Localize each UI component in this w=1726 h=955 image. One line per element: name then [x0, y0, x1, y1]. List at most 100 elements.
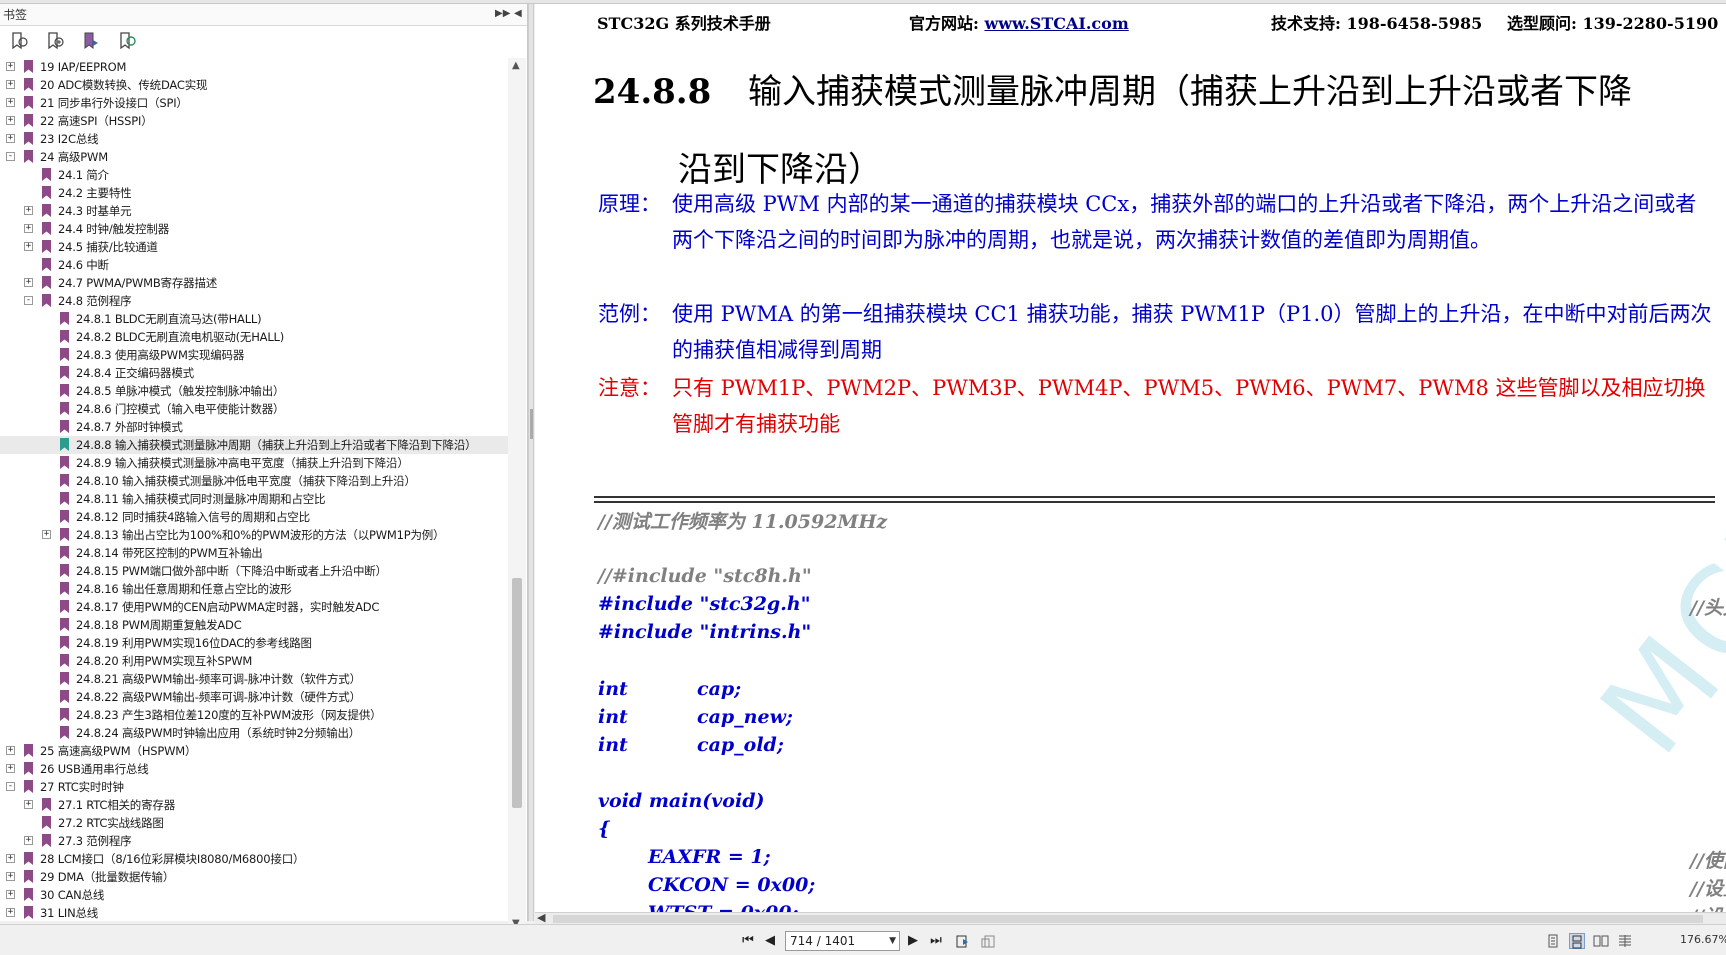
bookmark-item[interactable]: +22 高速SPI（HSSPI） — [0, 112, 508, 130]
collapse-icon[interactable]: - — [6, 782, 15, 791]
bookmark-item[interactable]: 24.8.5 单脉冲模式（触发控制脉冲输出） — [0, 382, 508, 400]
goto-bookmark-icon[interactable] — [80, 30, 102, 52]
first-page-icon[interactable]: ⏮ — [740, 933, 756, 949]
bookmark-icon — [23, 59, 34, 74]
zoom-level[interactable]: 176.67% — [1680, 933, 1726, 946]
bookmarks-scrollbar[interactable]: ▲ ▼ — [508, 58, 526, 934]
document-horizontal-scrollbar[interactable]: ◀ — [535, 911, 1726, 924]
add-bookmark-icon[interactable] — [44, 30, 66, 52]
bookmark-item[interactable]: 24.8.16 输出任意周期和任意占空比的波形 — [0, 580, 508, 598]
bookmark-item[interactable]: 24.8.3 使用高级PWM实现编码器 — [0, 346, 508, 364]
collapse-icon[interactable]: - — [24, 296, 33, 305]
bookmark-item[interactable]: 24.8.6 门控模式（输入电平使能计数器） — [0, 400, 508, 418]
bookmark-item[interactable]: +27.3 范例程序 — [0, 832, 508, 850]
bookmark-item[interactable]: 24.8.7 外部时钟模式 — [0, 418, 508, 436]
bookmark-item[interactable]: - 24 高级PWM — [0, 148, 508, 166]
scroll-up-icon[interactable]: ▲ — [512, 60, 520, 71]
expand-icon[interactable]: + — [6, 80, 15, 89]
expand-icon[interactable]: + — [6, 890, 15, 899]
bookmark-label: 24.8.17 使用PWM的CEN启动PWMA定时器，实时触发ADC — [76, 600, 380, 614]
code-divider-bottom — [594, 501, 1715, 503]
bookmark-item[interactable]: 24.8.17 使用PWM的CEN启动PWMA定时器，实时触发ADC — [0, 598, 508, 616]
bookmark-item[interactable]: +24.3 时基单元 — [0, 202, 508, 220]
next-page-icon[interactable]: ▶ — [905, 933, 921, 949]
expand-icon[interactable]: + — [24, 224, 33, 233]
expand-icon[interactable]: + — [24, 800, 33, 809]
collapse-icon[interactable]: - — [6, 152, 15, 161]
bookmark-item[interactable]: +19 IAP/EEPROM — [0, 58, 508, 76]
expand-icon[interactable]: + — [6, 872, 15, 881]
bookmark-item[interactable]: - 24.8 范例程序 — [0, 292, 508, 310]
site-link[interactable]: www.STCAI.com — [984, 14, 1128, 33]
bookmark-item[interactable]: +25 高速高级PWM（HSPWM） — [0, 742, 508, 760]
bookmark-item[interactable]: +24.8.13 输出占空比为100%和0%的PWM波形的方法（以PWM1P为例… — [0, 526, 508, 544]
bookmark-item[interactable]: +24.7 PWMA/PWMB寄存器描述 — [0, 274, 508, 292]
bookmark-item[interactable]: +24.5 捕获/比较通道 — [0, 238, 508, 256]
facing-continuous-view-icon[interactable] — [1617, 933, 1633, 949]
expand-icon[interactable]: + — [6, 98, 15, 107]
expand-icon[interactable]: + — [6, 116, 15, 125]
bookmark-item[interactable]: 24.8.22 高级PWM输出-频率可调-脉冲计数（硬件方式） — [0, 688, 508, 706]
expand-icon[interactable]: + — [6, 62, 15, 71]
expand-icon[interactable]: + — [6, 854, 15, 863]
bookmark-item[interactable]: 24.8.8 输入捕获模式测量脉冲周期（捕获上升沿到上升沿或者下降沿到下降沿） — [0, 436, 508, 454]
bookmark-item[interactable]: 24.8.15 PWM端口做外部中断（下降沿中断或者上升沿中断） — [0, 562, 508, 580]
bookmark-item[interactable]: 24.2 主要特性 — [0, 184, 508, 202]
expand-icon[interactable]: + — [6, 746, 15, 755]
last-page-icon[interactable]: ⏭ — [928, 933, 944, 949]
bookmark-item[interactable]: 24.8.1 BLDC无刷直流马达(带HALL) — [0, 310, 508, 328]
expand-icon[interactable]: + — [24, 206, 33, 215]
previous-view-icon[interactable] — [955, 933, 971, 949]
expand-icon[interactable]: + — [6, 908, 15, 917]
bookmark-item[interactable]: - 27 RTC实时时钟 — [0, 778, 508, 796]
bookmark-item[interactable]: +24.4 时钟/触发控制器 — [0, 220, 508, 238]
bookmark-item[interactable]: 24.6 中断 — [0, 256, 508, 274]
close-panel-icon[interactable]: ◀ — [514, 8, 522, 19]
expand-icon[interactable]: + — [42, 530, 51, 539]
bookmark-item[interactable]: 24.8.12 同时捕获4路输入信号的周期和占空比 — [0, 508, 508, 526]
bookmark-item[interactable]: 24.1 简介 — [0, 166, 508, 184]
expand-icon[interactable]: + — [24, 836, 33, 845]
chevron-down-icon[interactable]: ▼ — [889, 932, 896, 950]
bookmark-item[interactable]: +21 同步串行外设接口（SPI） — [0, 94, 508, 112]
bookmark-item[interactable]: 24.8.14 带死区控制的PWM互补输出 — [0, 544, 508, 562]
expand-icon[interactable]: + — [24, 278, 33, 287]
single-page-view-icon[interactable] — [1545, 933, 1561, 949]
bookmark-item[interactable]: 24.8.20 利用PWM实现互补SPWM — [0, 652, 508, 670]
scroll-left-icon[interactable]: ◀ — [537, 911, 545, 924]
expand-icon[interactable]: + — [6, 134, 15, 143]
bookmark-item[interactable]: +27.1 RTC相关的寄存器 — [0, 796, 508, 814]
bookmark-item[interactable]: +28 LCM接口（8/16位彩屏模块I8080/M6800接口） — [0, 850, 508, 868]
bookmark-item[interactable]: +26 USB通用串行总线 — [0, 760, 508, 778]
bookmark-item[interactable]: +31 LIN总线 — [0, 904, 508, 922]
bookmark-item[interactable]: +29 DMA（批量数据传输） — [0, 868, 508, 886]
splitter-grip[interactable] — [530, 409, 533, 439]
bookmark-item[interactable]: 24.8.2 BLDC无刷直流电机驱动(无HALL) — [0, 328, 508, 346]
horizontal-scroll-thumb[interactable] — [553, 915, 1703, 923]
bookmark-item[interactable]: 24.8.4 正交编码器模式 — [0, 364, 508, 382]
expand-icon[interactable]: + — [24, 242, 33, 251]
bookmark-item[interactable]: +23 I2C总线 — [0, 130, 508, 148]
bookmark-item[interactable]: +30 CAN总线 — [0, 886, 508, 904]
bookmark-item[interactable]: 24.8.10 输入捕获模式测量脉冲低电平宽度（捕获下降沿到上升沿） — [0, 472, 508, 490]
bookmark-item[interactable]: 24.8.9 输入捕获模式测量脉冲高电平宽度（捕获上升沿到下降沿） — [0, 454, 508, 472]
expand-bookmark-icon[interactable] — [8, 30, 30, 52]
scrollbar-thumb[interactable] — [512, 578, 522, 808]
bookmark-item[interactable]: 24.8.24 高级PWM时钟输出应用（系统时钟2分频输出） — [0, 724, 508, 742]
continuous-view-icon[interactable] — [1569, 933, 1585, 949]
two-page-view-icon[interactable] — [1593, 933, 1609, 949]
bookmark-item[interactable]: 24.8.18 PWM周期重复触发ADC — [0, 616, 508, 634]
bookmark-properties-icon[interactable] — [116, 30, 138, 52]
next-view-icon[interactable] — [980, 933, 996, 949]
collapse-panel-icon[interactable]: ▶▶ — [495, 8, 510, 19]
page-number-input[interactable]: 714 / 1401 ▼ — [785, 931, 900, 951]
bookmark-item[interactable]: +20 ADC模数转换、传统DAC实现 — [0, 76, 508, 94]
panel-splitter[interactable] — [528, 4, 534, 921]
bookmark-item[interactable]: 24.8.23 产生3路相位差120度的互补PWM波形（网友提供） — [0, 706, 508, 724]
expand-icon[interactable]: + — [6, 764, 15, 773]
bookmark-item[interactable]: 24.8.19 利用PWM实现16位DAC的参考线路图 — [0, 634, 508, 652]
bookmark-item[interactable]: 24.8.21 高级PWM输出-频率可调-脉冲计数（软件方式） — [0, 670, 508, 688]
bookmark-item[interactable]: 24.8.11 输入捕获模式同时测量脉冲周期和占空比 — [0, 490, 508, 508]
previous-page-icon[interactable]: ◀ — [762, 933, 778, 949]
bookmark-item[interactable]: 27.2 RTC实战线路图 — [0, 814, 508, 832]
